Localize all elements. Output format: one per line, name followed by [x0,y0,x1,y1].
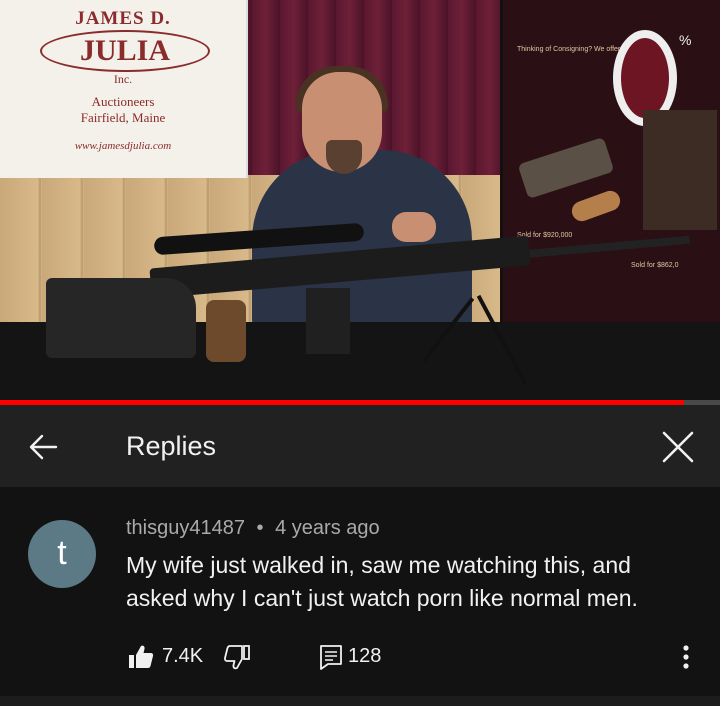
comment-time: 4 years ago [275,517,380,539]
bottom-strip [0,696,720,706]
close-button[interactable] [656,425,700,469]
percent-sign: % [679,32,692,48]
comment-actions: 7.4K 128 [126,640,706,674]
banner-line4: Auctioneers Fairfield, Maine [0,94,246,126]
powder-flask-image [569,188,623,224]
arrow-left-icon [29,434,58,460]
reply-count: 128 [348,645,382,667]
page-title: Replies [126,431,217,461]
rifle-magazine [306,288,350,354]
like-button[interactable] [126,642,156,672]
banner-logo-text: JULIA [40,30,210,72]
auction-banner: JAMES D. JULIA Inc. Auctioneers Fairfiel… [0,0,248,178]
poster-sold2: Sold for $862,0 [631,262,679,269]
reply-icon [320,645,342,670]
thumbs-up-icon [129,645,154,668]
banner-url: www.jamesdjulia.com [74,140,172,152]
thumbs-down-icon [223,645,250,670]
video-player[interactable]: JAMES D. JULIA Inc. Auctioneers Fairfiel… [0,0,720,400]
banner-location: Fairfield, Maine [80,110,166,125]
presenter-hand [392,212,436,242]
rifle-stock [46,278,196,358]
portrait-image [643,110,717,230]
comment-meta: thisguy41487 • 4 years ago [126,517,380,540]
banner-line3: Inc. [113,72,133,86]
more-options-button[interactable] [674,640,698,674]
reply-button[interactable] [316,642,346,672]
avatar[interactable]: t [28,520,96,588]
like-count: 7.4K [162,645,204,667]
comment-text: My wife just walked in, saw me watching … [126,552,638,611]
poster-heading: Thinking of Consigning? We offer: [517,46,623,53]
close-icon [662,431,694,463]
meta-separator: • [256,517,264,539]
rifle-grip [206,300,246,362]
more-vertical-icon [683,645,689,669]
back-button[interactable] [24,427,64,467]
banner-line1: JAMES D. [75,8,171,29]
banner-auctioneers: Auctioneers [91,94,155,109]
consign-poster: Thinking of Consigning? We offer: % Sold… [500,0,720,330]
replies-header: Replies [0,405,720,487]
revolver-image [517,136,615,200]
comment-item: t thisguy41487 • 4 years ago My wife jus… [0,487,720,696]
dislike-button[interactable] [222,642,252,672]
comment-author[interactable]: thisguy41487 [126,517,245,539]
